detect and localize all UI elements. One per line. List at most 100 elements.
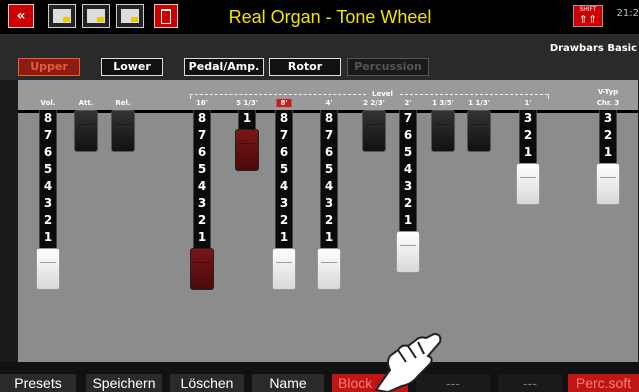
menu-button[interactable] bbox=[48, 4, 76, 28]
shift-arrow-icon: ⇑⇑ bbox=[578, 13, 598, 26]
drawbar-step-number: 3 bbox=[603, 111, 613, 125]
drawbar-handle[interactable] bbox=[272, 248, 296, 290]
drawbar-step-number: 2 bbox=[197, 213, 207, 227]
top-bar: « Real Organ - Tone Wheel SHIFT ⇑⇑ 21:2 bbox=[0, 0, 639, 34]
delete-button[interactable] bbox=[154, 4, 178, 28]
drawbar-step-number: 7 bbox=[324, 128, 334, 142]
drawbar-step-number: 8 bbox=[197, 111, 207, 125]
sub-header: Drawbars Basic Upper Lower Pedal/Amp. Ro… bbox=[0, 34, 639, 80]
trash-icon bbox=[161, 8, 171, 24]
drawbar-handle[interactable] bbox=[317, 248, 341, 290]
shift-button[interactable]: SHIFT ⇑⇑ bbox=[573, 5, 603, 27]
drawbar-handle[interactable] bbox=[396, 231, 420, 273]
drawbar-step-number: 3 bbox=[523, 111, 533, 125]
drawbar-step-number: 6 bbox=[279, 145, 289, 159]
delete-preset-button[interactable]: Löschen bbox=[170, 374, 244, 392]
drawbar-step-number: 8 bbox=[279, 111, 289, 125]
drawbar-step-number: 6 bbox=[324, 145, 334, 159]
drawbar-step-number: 1 bbox=[603, 145, 613, 159]
tab-rotor[interactable]: Rotor bbox=[269, 58, 341, 76]
drawbar-label: Chr. 3 bbox=[596, 99, 620, 107]
mode-label: Drawbars Basic bbox=[549, 43, 637, 54]
drawbar-step-number: 4 bbox=[43, 179, 53, 193]
drawbar-step-number: 3 bbox=[43, 196, 53, 210]
record-icon bbox=[121, 9, 139, 23]
drawbar-step-number: 1 bbox=[523, 145, 533, 159]
drawbar-handle[interactable] bbox=[190, 248, 214, 290]
name-button[interactable]: Name bbox=[252, 374, 324, 392]
drawbar-panel: Level V-Typ Vol. Att. Rel. 16' 5 1/3' 8' 4' 2 2… bbox=[18, 80, 638, 362]
drawbar-label: 1 1/3' bbox=[468, 99, 490, 107]
drawbar-step-number: 8 bbox=[324, 111, 334, 125]
drawbar-step-number: 6 bbox=[403, 128, 413, 142]
tab-percussion[interactable]: Percussion bbox=[347, 58, 429, 76]
drawbar-handle[interactable] bbox=[431, 110, 455, 152]
double-chevron-left-icon: « bbox=[16, 8, 26, 24]
vtyp-label: V-Typ bbox=[597, 88, 619, 96]
bottom-bar: Presets Speichern Löschen Name Block ---… bbox=[0, 362, 639, 392]
drawbar-handle[interactable] bbox=[467, 110, 491, 152]
drawbar-step-number: 3 bbox=[324, 196, 334, 210]
drawbar-label: Vol. bbox=[40, 99, 56, 107]
drawbar-handle[interactable] bbox=[36, 248, 60, 290]
drawbar-step-number: 8 bbox=[43, 111, 53, 125]
drawbar-step-number: 6 bbox=[43, 145, 53, 159]
tab-lower[interactable]: Lower bbox=[101, 58, 163, 76]
drawbar-handle[interactable] bbox=[111, 110, 135, 152]
drawbar-step-number: 4 bbox=[403, 162, 413, 176]
back-button[interactable]: « bbox=[8, 4, 34, 28]
drawbar-label: 1' bbox=[524, 99, 532, 107]
drawbar-handle[interactable] bbox=[596, 163, 620, 205]
drawbar-step-number: 1 bbox=[197, 230, 207, 244]
level-bracket-left bbox=[190, 94, 366, 95]
tab-upper[interactable]: Upper bbox=[18, 58, 80, 76]
drawbar-handle[interactable] bbox=[74, 110, 98, 152]
drawbar-step-number: 7 bbox=[197, 128, 207, 142]
drawbar-step-number: 1 bbox=[324, 230, 334, 244]
drawbar-step-number: 3 bbox=[403, 179, 413, 193]
drawbar-shaft: 8 7 6 5 4 3 2 1 bbox=[193, 110, 211, 248]
drawbar-step-number: 5 bbox=[324, 162, 334, 176]
drawbar-step-number: 2 bbox=[279, 213, 289, 227]
level-bracket-right bbox=[400, 94, 548, 95]
drawbar-step-number: 4 bbox=[324, 179, 334, 193]
presets-button[interactable]: Presets bbox=[0, 374, 76, 392]
drawbar-step-number: 5 bbox=[279, 162, 289, 176]
drawbar-step-number: 7 bbox=[403, 111, 413, 125]
drawbar-step-number: 1 bbox=[279, 230, 289, 244]
drawbar-step-number: 3 bbox=[279, 196, 289, 210]
drawbar-label: 16' bbox=[196, 99, 208, 107]
drawbar-shaft: 7 6 5 4 3 2 1 bbox=[399, 110, 417, 231]
drawbar-label: 8' bbox=[276, 99, 292, 107]
drawbar-shaft: 1 bbox=[238, 110, 256, 129]
drawbar-shaft: 3 2 1 bbox=[599, 110, 617, 163]
drawbar-label: 2' bbox=[404, 99, 412, 107]
drawbar-handle[interactable] bbox=[362, 110, 386, 152]
save-button[interactable]: Speichern bbox=[86, 374, 162, 392]
clock: 21:2 bbox=[616, 8, 639, 19]
record-write-button[interactable] bbox=[116, 4, 144, 28]
level-bracket-tick bbox=[190, 94, 191, 99]
drawbar-label: 2 2/3' bbox=[363, 99, 385, 107]
drawbar-step-number: 4 bbox=[197, 179, 207, 193]
drawbar-step-number: 2 bbox=[43, 213, 53, 227]
drawbar-handle[interactable] bbox=[516, 163, 540, 205]
drawbar-step-number: 5 bbox=[43, 162, 53, 176]
drawbar-label: Att. bbox=[78, 99, 94, 107]
tab-pedal-amp[interactable]: Pedal/Amp. bbox=[184, 58, 264, 76]
drawbar-shaft: 8 7 6 5 4 3 2 1 bbox=[39, 110, 57, 248]
drawbar-step-number: 5 bbox=[403, 145, 413, 159]
empty-button-2[interactable]: --- bbox=[498, 374, 562, 392]
edit-button[interactable] bbox=[82, 4, 110, 28]
drawbar-label: 5 1/3' bbox=[236, 99, 258, 107]
drawbar-label: Rel. bbox=[115, 99, 131, 107]
drawbar-step-number: 1 bbox=[242, 111, 252, 125]
perc-soft-button[interactable]: Perc.soft bbox=[568, 374, 639, 392]
drawbar-shaft: 3 2 1 bbox=[519, 110, 537, 163]
drawbar-step-number: 2 bbox=[403, 196, 413, 210]
drawbar-shaft: 8 7 6 5 4 3 2 1 bbox=[320, 110, 338, 248]
drawbar-handle[interactable] bbox=[235, 129, 259, 171]
drawbar-shaft: 8 7 6 5 4 3 2 1 bbox=[275, 110, 293, 248]
drawbar-step-number: 2 bbox=[603, 128, 613, 142]
drawbar-step-number: 2 bbox=[523, 128, 533, 142]
